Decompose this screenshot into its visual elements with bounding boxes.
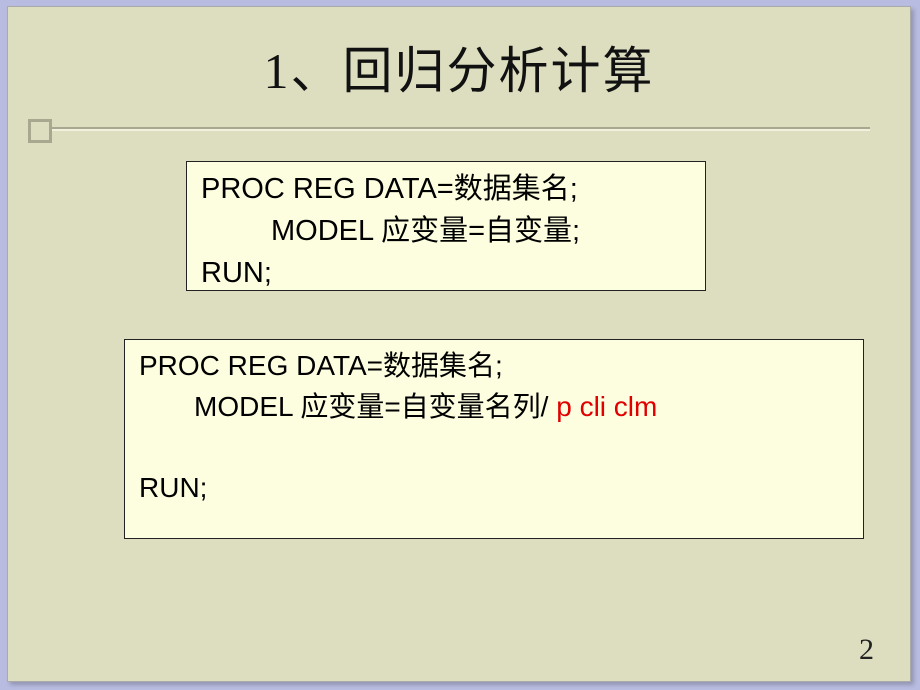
code-line: RUN; <box>201 252 691 294</box>
code-line: RUN; <box>139 468 849 509</box>
slide: 1、回归分析计算 PROC REG DATA=数据集名; MODEL 应变量=自… <box>7 6 911 682</box>
slide-title: 1、回归分析计算 <box>8 31 910 103</box>
title-underline <box>50 127 870 131</box>
code-line: MODEL 应变量=自变量; <box>201 210 691 252</box>
title-wrap: 1、回归分析计算 <box>8 7 910 113</box>
code-line: PROC REG DATA=数据集名; <box>139 346 849 387</box>
code-block-basic: PROC REG DATA=数据集名; MODEL 应变量=自变量; RUN; <box>186 161 706 291</box>
code-indent: MODEL 应变量=自变量名列/ <box>139 391 556 422</box>
code-options-red: p cli clm <box>556 391 657 422</box>
page-number: 2 <box>859 633 874 667</box>
code-blank-line <box>139 427 849 468</box>
code-block-options: PROC REG DATA=数据集名; MODEL 应变量=自变量名列/ p c… <box>124 339 864 539</box>
code-line: MODEL 应变量=自变量名列/ p cli clm <box>139 387 849 428</box>
code-line: PROC REG DATA=数据集名; <box>201 168 691 210</box>
code-indent: MODEL 应变量=自变量; <box>201 215 580 247</box>
